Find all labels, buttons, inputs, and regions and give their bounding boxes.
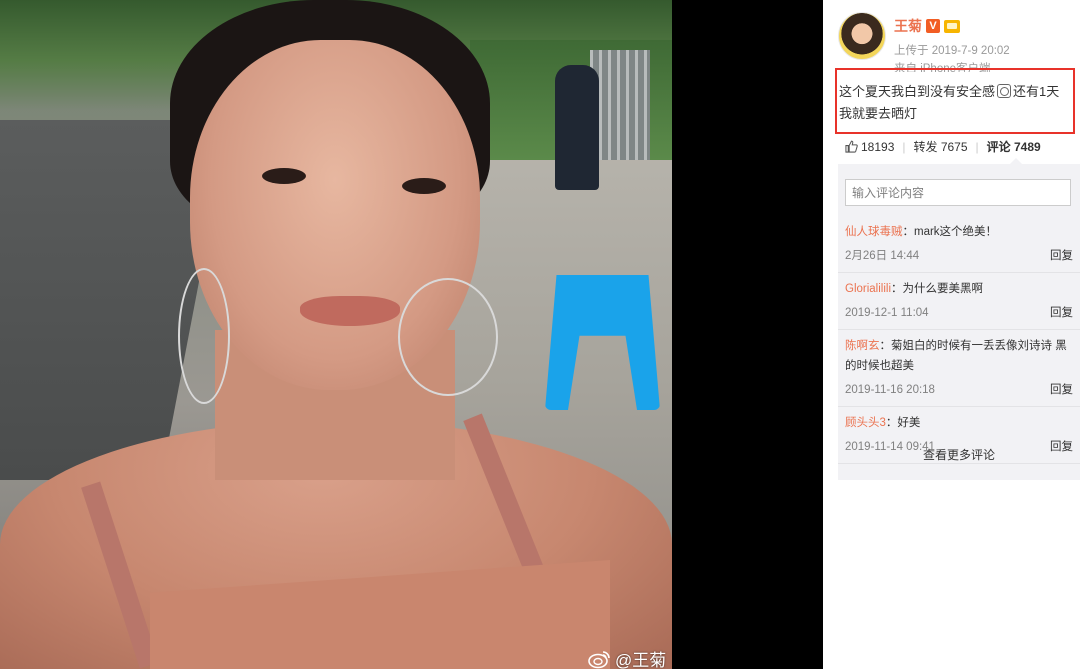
comment-text: ：好美 [885, 417, 921, 429]
watermark-text: @王菊 [615, 651, 667, 669]
comment-tab[interactable]: 评论 7489 [987, 138, 1041, 155]
comment-item: 陈啊玄：菊姐白的时候有一丢丢像刘诗诗 黑的时候也超美 2019-11-16 20… [838, 330, 1080, 407]
post-text: 这个夏天我白到没有安全感 还有1天我就要去晒灯 [835, 68, 1075, 134]
like-button[interactable]: 18193 [845, 140, 894, 154]
repost-button[interactable]: 转发 7675 [914, 138, 968, 155]
post-timestamp: 上传于 2019-7-9 20:02 [894, 45, 1010, 57]
comment-user[interactable]: 仙人球毒贼 [845, 226, 903, 238]
like-count: 18193 [861, 139, 895, 154]
photo-viewer-area: @王菊 [0, 0, 823, 669]
comment-item: Glorialilili：为什么要美黑啊 2019-12-1 11:04 回复 [838, 273, 1080, 330]
post-text-part1: 这个夏天我白到没有安全感 [839, 84, 996, 99]
comment-user[interactable]: Glorialilili [845, 283, 891, 295]
comment-text: ：mark这个绝美！ [902, 226, 998, 238]
comments-section: 仙人球毒贼：mark这个绝美！ 2月26日 14:44 回复 Glorialil… [838, 158, 1080, 480]
comment-time: 2月26日 14:44 [845, 250, 920, 262]
comment-user[interactable]: 陈啊玄 [845, 340, 880, 352]
comment-time: 2019-12-1 11:04 [845, 307, 929, 319]
author-name[interactable]: 王菊 [894, 16, 922, 36]
weibo-photo-viewer: @王菊 王菊 V 上传于 2019-7-9 20:02 来自 iPhone客户端… [0, 0, 1080, 669]
camera-emoji-icon [997, 84, 1012, 98]
comment-text: ：为什么要美黑啊 [891, 283, 984, 295]
reply-button[interactable]: 回复 [1050, 246, 1073, 266]
comment-list: 仙人球毒贼：mark这个绝美！ 2月26日 14:44 回复 Glorialil… [838, 216, 1080, 464]
vip-crown-icon [944, 19, 960, 33]
photo-watermark: @王菊 [588, 646, 666, 669]
comment-panel: 王菊 V 上传于 2019-7-9 20:02 来自 iPhone客户端 这个夏… [823, 0, 1080, 669]
reply-button[interactable]: 回复 [1050, 303, 1073, 323]
post-author: 王菊 V 上传于 2019-7-9 20:02 来自 iPhone客户端 [838, 12, 1010, 72]
verified-badge-icon: V [926, 19, 940, 33]
reply-button[interactable]: 回复 [1050, 380, 1073, 400]
post-actions: 18193 | 转发 7675 | 评论 7489 [845, 138, 1041, 155]
comment-time: 2019-11-16 20:18 [845, 384, 935, 396]
comment-item: 仙人球毒贼：mark这个绝美！ 2月26日 14:44 回复 [838, 216, 1080, 273]
weibo-logo-icon [588, 650, 610, 668]
comment-user[interactable]: 顾头头3 [845, 417, 886, 429]
avatar[interactable] [838, 12, 886, 60]
comment-input[interactable] [845, 179, 1071, 206]
post-photo[interactable]: @王菊 [0, 0, 672, 669]
view-more-comments-link[interactable]: 查看更多评论 [838, 446, 1080, 463]
thumbs-up-icon [845, 140, 858, 153]
